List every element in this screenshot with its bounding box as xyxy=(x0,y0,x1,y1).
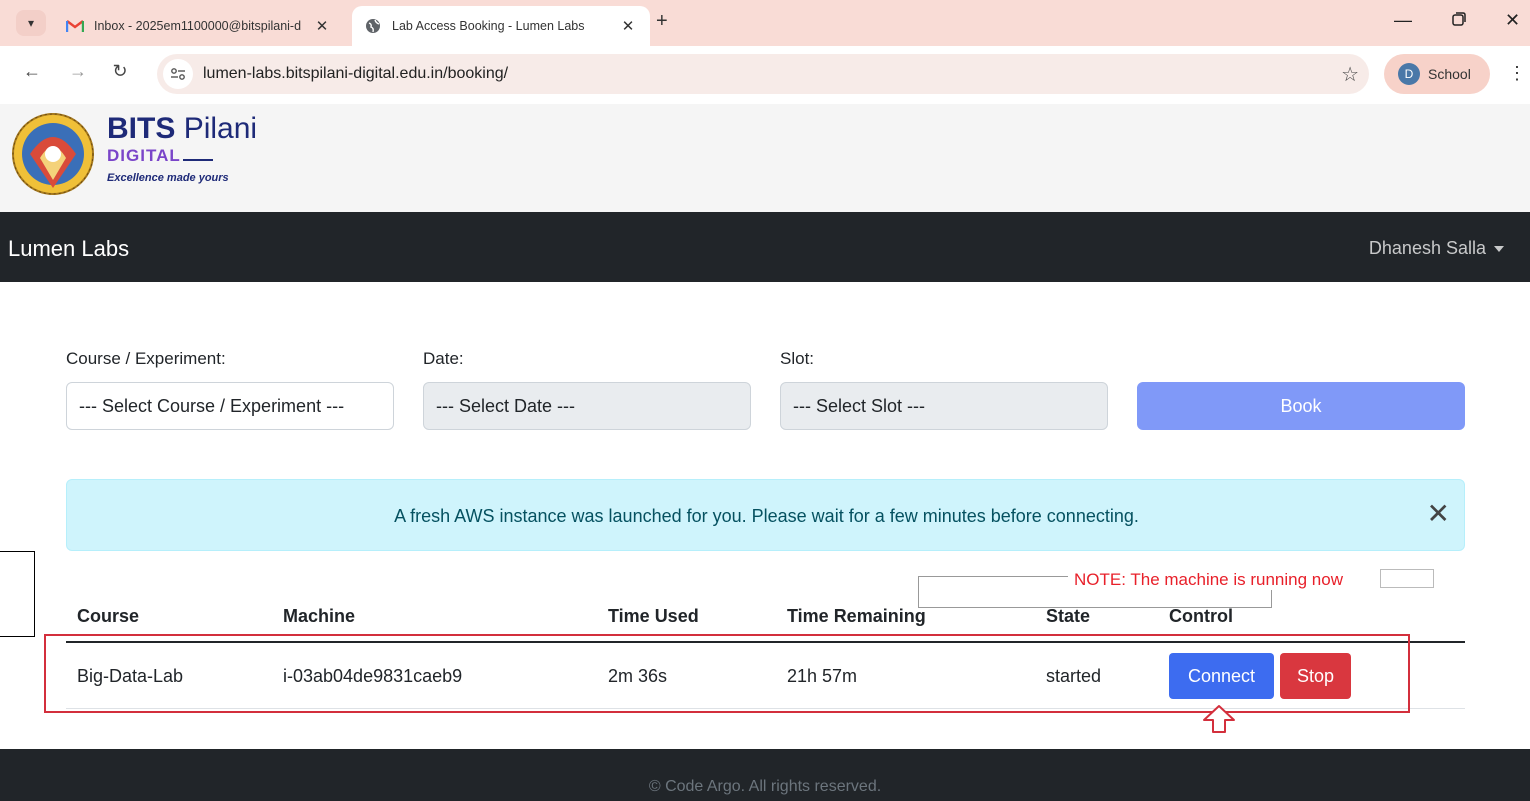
new-tab-icon[interactable]: + xyxy=(656,10,668,33)
course-label: Course / Experiment: xyxy=(66,349,226,368)
browser-toolbar: ← → ↻ lumen-labs.bitspilani-digital.edu.… xyxy=(0,46,1530,104)
footer-copyright: © Code Argo. All rights reserved. xyxy=(648,778,882,795)
more-menu-icon[interactable]: ⋮ xyxy=(1508,63,1526,84)
header-control: Control xyxy=(1169,606,1233,626)
browser-tab-bar: ▾ Inbox - 2025em1100000@bitspilani-d ✕ L… xyxy=(0,0,1530,46)
restore-icon[interactable] xyxy=(1452,10,1466,31)
logo-bits-text: BITS xyxy=(107,112,176,145)
navbar-brand[interactable]: Lumen Labs xyxy=(8,236,129,262)
gmail-icon xyxy=(66,17,84,35)
alert-close-icon[interactable]: ✕ xyxy=(1427,500,1450,528)
book-button[interactable]: Book xyxy=(1137,382,1465,430)
annotation-redaction-box xyxy=(1380,569,1434,588)
tab-lab-access-booking[interactable]: Lab Access Booking - Lumen Labs ✕ xyxy=(352,6,650,46)
slot-select[interactable]: --- Select Slot --- xyxy=(780,382,1108,430)
logo-underline xyxy=(182,159,213,161)
course-select[interactable]: --- Select Course / Experiment --- xyxy=(66,382,394,430)
footer: © Code Argo. All rights reserved. xyxy=(0,749,1530,801)
info-alert: A fresh AWS instance was launched for yo… xyxy=(66,479,1465,551)
date-label: Date: xyxy=(423,349,464,368)
header-machine: Machine xyxy=(283,606,356,626)
header-course: Course xyxy=(77,606,140,626)
logo-tagline: Excellence made yours xyxy=(107,172,229,184)
header-time-remaining: Time Remaining xyxy=(787,606,926,626)
header-state: State xyxy=(1046,606,1091,626)
forward-arrow-icon[interactable]: → xyxy=(66,61,90,82)
bookmark-star-icon[interactable]: ☆ xyxy=(1341,62,1359,87)
tab-title: Lab Access Booking - Lumen Labs xyxy=(392,19,585,33)
back-arrow-icon[interactable]: ← xyxy=(20,61,44,82)
tab-close-icon[interactable]: ✕ xyxy=(618,17,638,35)
globe-icon xyxy=(364,17,382,35)
logo-digital-text: DIGITAL xyxy=(107,146,181,165)
tab-search-icon[interactable]: ▾ xyxy=(16,10,46,36)
minimize-icon[interactable]: — xyxy=(1394,10,1412,31)
app-navbar: Lumen Labs Dhanesh Salla xyxy=(0,212,1530,282)
logo-pilani-text: Pilani xyxy=(183,112,258,145)
avatar: D xyxy=(1398,63,1420,85)
tab-close-icon[interactable]: ✕ xyxy=(312,17,332,35)
tab-title: Inbox - 2025em1100000@bitspilani-d xyxy=(94,19,302,33)
bits-seal-logo xyxy=(10,108,96,207)
url-text: lumen-labs.bitspilani-digital.edu.in/boo… xyxy=(203,65,509,82)
header-time-used: Time Used xyxy=(608,606,699,626)
annotation-box xyxy=(0,551,35,637)
annotation-note: NOTE: The machine is running now xyxy=(1068,569,1349,590)
bits-pilani-digital-logo: BITS Pilani DIGITAL Excellence made your… xyxy=(107,112,258,185)
logo-header: BITS Pilani DIGITAL Excellence made your… xyxy=(0,104,1530,212)
site-info-icon[interactable] xyxy=(163,59,193,89)
slot-label: Slot: xyxy=(780,349,815,368)
annotation-up-arrow-icon xyxy=(1201,704,1237,739)
user-name: Dhanesh Salla xyxy=(1368,238,1486,258)
reload-icon[interactable]: ↻ xyxy=(108,61,132,82)
tab-gmail-inbox[interactable]: Inbox - 2025em1100000@bitspilani-d ✕ xyxy=(54,6,344,46)
window-close-icon[interactable]: ✕ xyxy=(1505,10,1520,31)
profile-button[interactable]: D School xyxy=(1384,54,1490,94)
address-bar[interactable]: lumen-labs.bitspilani-digital.edu.in/boo… xyxy=(157,54,1369,94)
profile-name: School xyxy=(1428,66,1471,82)
date-select[interactable]: --- Select Date --- xyxy=(423,382,751,430)
user-dropdown[interactable]: Dhanesh Salla xyxy=(1369,238,1504,259)
caret-down-icon xyxy=(1494,246,1504,253)
alert-message: A fresh AWS instance was launched for yo… xyxy=(394,506,1139,526)
annotation-row-highlight xyxy=(44,634,1410,713)
